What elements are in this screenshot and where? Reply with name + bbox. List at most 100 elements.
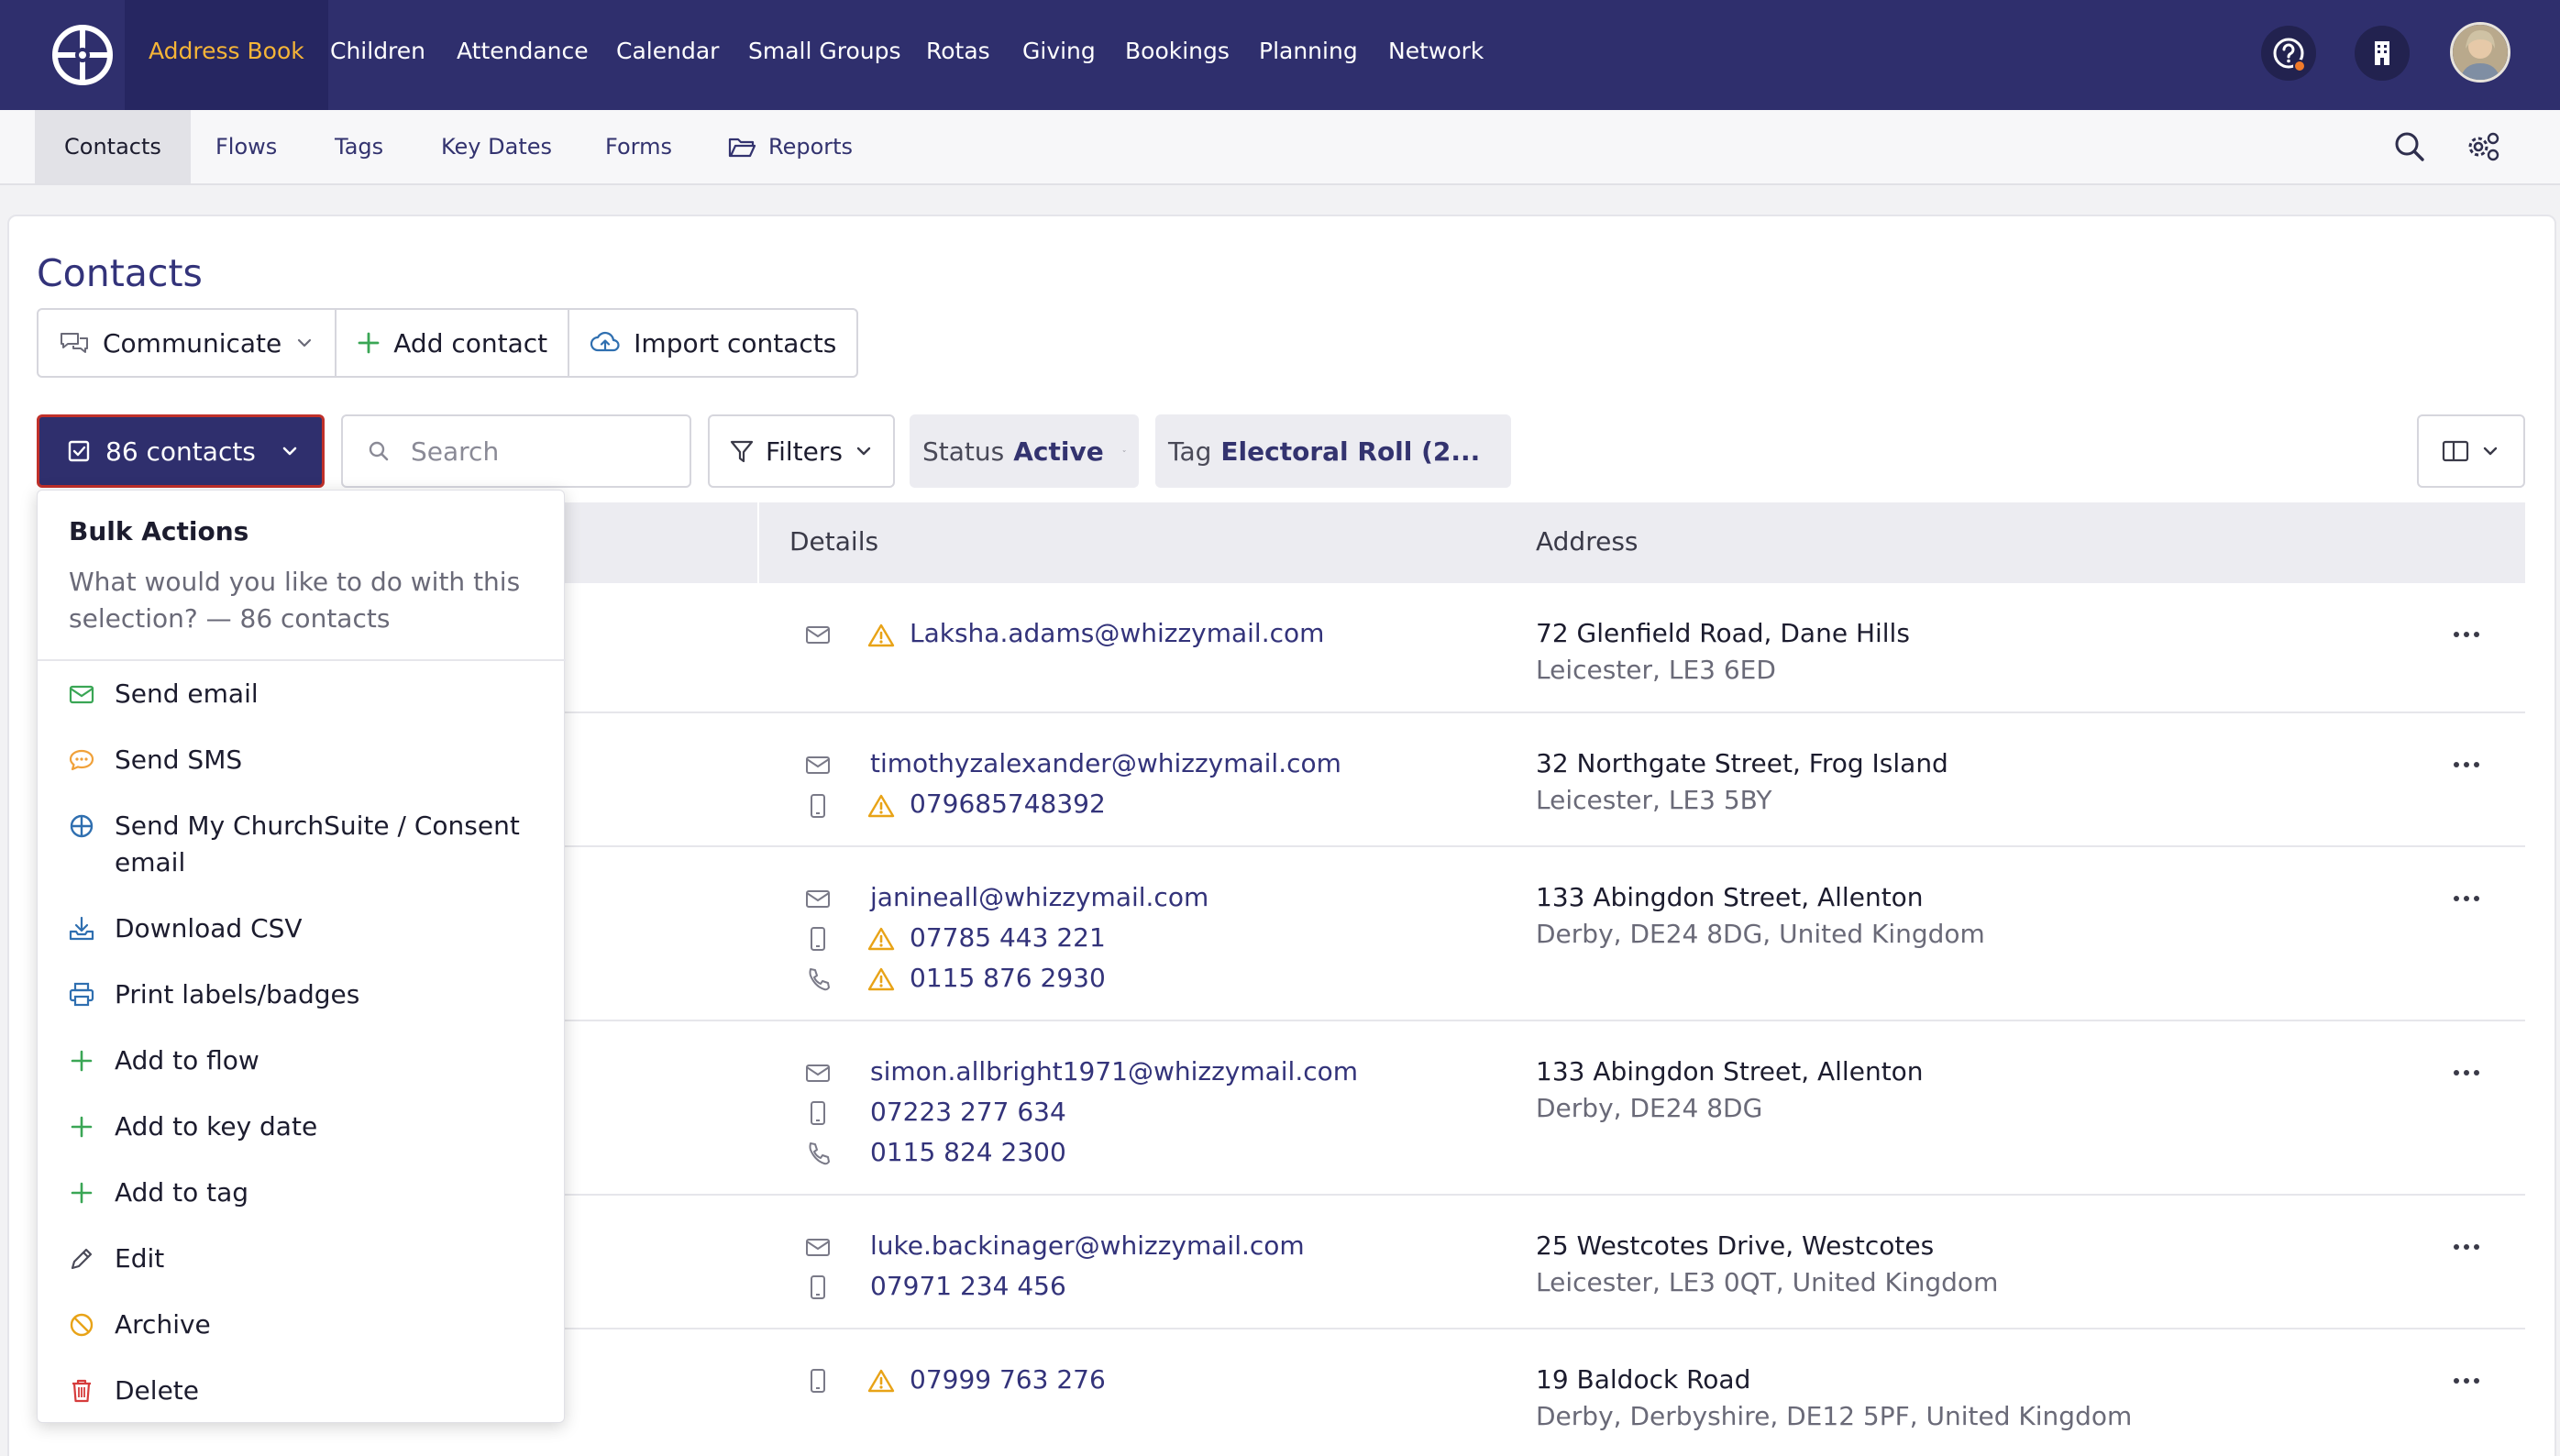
address-line-1: 32 Northgate Street, Frog Island xyxy=(1536,748,1948,778)
column-header-details[interactable]: Details xyxy=(789,526,878,557)
tab-forms[interactable]: Forms xyxy=(605,110,672,183)
tag-chip-key: Tag xyxy=(1168,436,1212,467)
columns-button[interactable] xyxy=(2417,414,2525,488)
import-contacts-button[interactable]: Import contacts xyxy=(569,310,856,376)
menu-item-send-email[interactable]: Send email xyxy=(67,676,259,712)
phone-icon xyxy=(809,968,830,991)
contact-mobile-link[interactable]: 079685748392 xyxy=(910,789,1106,819)
contact-email-link[interactable]: Laksha.adams@whizzymail.com xyxy=(910,618,1324,648)
printer-icon xyxy=(69,982,94,1007)
contact-phone-link[interactable]: 0115 876 2930 xyxy=(910,963,1106,993)
menu-item-add-to-tag[interactable]: Add to tag xyxy=(67,1175,248,1211)
columns-icon xyxy=(2442,440,2469,462)
warning-icon xyxy=(867,1369,895,1393)
envelope-icon xyxy=(806,890,830,908)
nav-address-book[interactable]: Address Book xyxy=(125,0,328,110)
menu-item-label: Delete xyxy=(115,1375,199,1406)
contact-mobile-link[interactable]: 07999 763 276 xyxy=(910,1364,1106,1395)
nav-calendar[interactable]: Calendar xyxy=(616,0,719,110)
menu-item-label: Send SMS xyxy=(115,745,243,775)
menu-item-label: Print labels/badges xyxy=(115,979,360,1009)
address-line-1: 133 Abingdon Street, Allenton xyxy=(1536,882,1924,912)
header-divider xyxy=(757,502,759,583)
tab-flows[interactable]: Flows xyxy=(215,110,277,183)
trash-icon xyxy=(72,1379,91,1403)
column-header-address[interactable]: Address xyxy=(1536,526,1639,557)
tab-key-dates[interactable]: Key Dates xyxy=(441,110,552,183)
user-avatar[interactable] xyxy=(2450,22,2510,83)
mobile-icon xyxy=(811,1101,825,1125)
chevron-down-icon xyxy=(282,447,297,456)
contact-email-link[interactable]: janineall@whizzymail.com xyxy=(870,882,1208,912)
tab-contacts[interactable]: Contacts xyxy=(35,110,191,183)
contact-email-link[interactable]: timothyzalexander@whizzymail.com xyxy=(870,748,1341,778)
more-options-icon[interactable] xyxy=(2452,1375,2481,1386)
settings-icon[interactable] xyxy=(2465,128,2501,165)
menu-item-download-csv[interactable]: Download CSV xyxy=(67,910,303,947)
nav-small-groups[interactable]: Small Groups xyxy=(748,0,901,110)
contact-email-link[interactable]: luke.backinager@whizzymail.com xyxy=(870,1230,1305,1261)
add-contact-button[interactable]: Add contact xyxy=(337,310,570,376)
contact-mobile-link[interactable]: 07971 234 456 xyxy=(870,1271,1066,1301)
nav-attendance[interactable]: Attendance xyxy=(457,0,589,110)
contacts-selection-button[interactable]: 86 contacts xyxy=(37,414,325,488)
organisation-button[interactable] xyxy=(2355,26,2410,81)
tab-reports[interactable]: Reports xyxy=(768,110,853,183)
chevron-down-icon xyxy=(1122,450,1126,452)
address-line-1: 25 Westcotes Drive, Westcotes xyxy=(1536,1230,1935,1261)
archive-icon xyxy=(70,1313,94,1337)
top-navigation: Address Book Children Attendance Calenda… xyxy=(0,0,2560,110)
help-button[interactable] xyxy=(2261,26,2316,81)
address-line-2: Derby, Derbyshire, DE12 5PF, United King… xyxy=(1536,1401,2133,1431)
nav-rotas[interactable]: Rotas xyxy=(926,0,990,110)
pencil-icon xyxy=(71,1248,93,1270)
menu-item-edit[interactable]: Edit xyxy=(67,1241,164,1277)
selection-count: 86 contacts xyxy=(105,436,256,467)
more-options-icon[interactable] xyxy=(2452,1067,2481,1078)
search-field[interactable] xyxy=(341,414,691,488)
more-options-icon[interactable] xyxy=(2452,759,2481,770)
nav-planning[interactable]: Planning xyxy=(1259,0,1358,110)
menu-item-label: Send email xyxy=(115,678,259,709)
address-line-1: 19 Baldock Road xyxy=(1536,1364,1751,1395)
menu-item-add-to-flow[interactable]: Add to flow xyxy=(67,1042,259,1079)
chevron-down-icon xyxy=(856,447,871,456)
search-icon[interactable] xyxy=(2391,128,2428,165)
nav-network[interactable]: Network xyxy=(1388,0,1484,110)
search-input[interactable] xyxy=(411,436,649,467)
sms-icon xyxy=(69,749,94,771)
filters-button[interactable]: Filters xyxy=(708,414,895,488)
nav-giving[interactable]: Giving xyxy=(1022,0,1096,110)
contact-mobile-link[interactable]: 07785 443 221 xyxy=(910,922,1106,953)
churchsuite-logo-icon[interactable] xyxy=(50,22,116,88)
more-options-icon[interactable] xyxy=(2452,1241,2481,1252)
tag-filter-chip[interactable]: Tag Electoral Roll (2... xyxy=(1155,414,1511,488)
bulk-actions-menu: Bulk Actions What would you like to do w… xyxy=(37,490,566,1423)
address-line-2: Leicester, LE3 6ED xyxy=(1536,655,1776,685)
menu-item-add-to-key-date[interactable]: Add to key date xyxy=(67,1109,317,1145)
envelope-icon xyxy=(69,685,94,704)
nav-children[interactable]: Children xyxy=(330,0,425,110)
contact-mobile-link[interactable]: 07223 277 634 xyxy=(870,1097,1066,1127)
menu-item-print-labels[interactable]: Print labels/badges xyxy=(67,976,359,1013)
menu-item-archive[interactable]: Archive xyxy=(67,1307,211,1343)
menu-item-delete[interactable]: Delete xyxy=(67,1373,199,1409)
mobile-icon xyxy=(811,1275,825,1299)
contact-phone-link[interactable]: 0115 824 2300 xyxy=(870,1137,1066,1167)
status-filter-chip[interactable]: Status Active xyxy=(910,414,1139,488)
menu-item-send-sms[interactable]: Send SMS xyxy=(67,742,242,778)
page-title: Contacts xyxy=(37,251,203,295)
contact-email-link[interactable]: simon.allbright1971@whizzymail.com xyxy=(870,1056,1358,1086)
import-contacts-label: Import contacts xyxy=(634,327,837,358)
filters-label: Filters xyxy=(766,436,843,467)
nav-bookings[interactable]: Bookings xyxy=(1125,0,1230,110)
envelope-icon xyxy=(806,756,830,774)
more-options-icon[interactable] xyxy=(2452,629,2481,640)
chevron-down-icon xyxy=(2483,447,2498,456)
more-options-icon[interactable] xyxy=(2452,893,2481,904)
status-chip-key: Status xyxy=(922,436,1005,467)
communicate-button[interactable]: Communicate xyxy=(39,310,337,376)
menu-item-send-consent-email[interactable]: Send My ChurchSuite / Consent email xyxy=(67,808,544,881)
tab-tags[interactable]: Tags xyxy=(335,110,383,183)
communicate-label: Communicate xyxy=(103,327,282,358)
